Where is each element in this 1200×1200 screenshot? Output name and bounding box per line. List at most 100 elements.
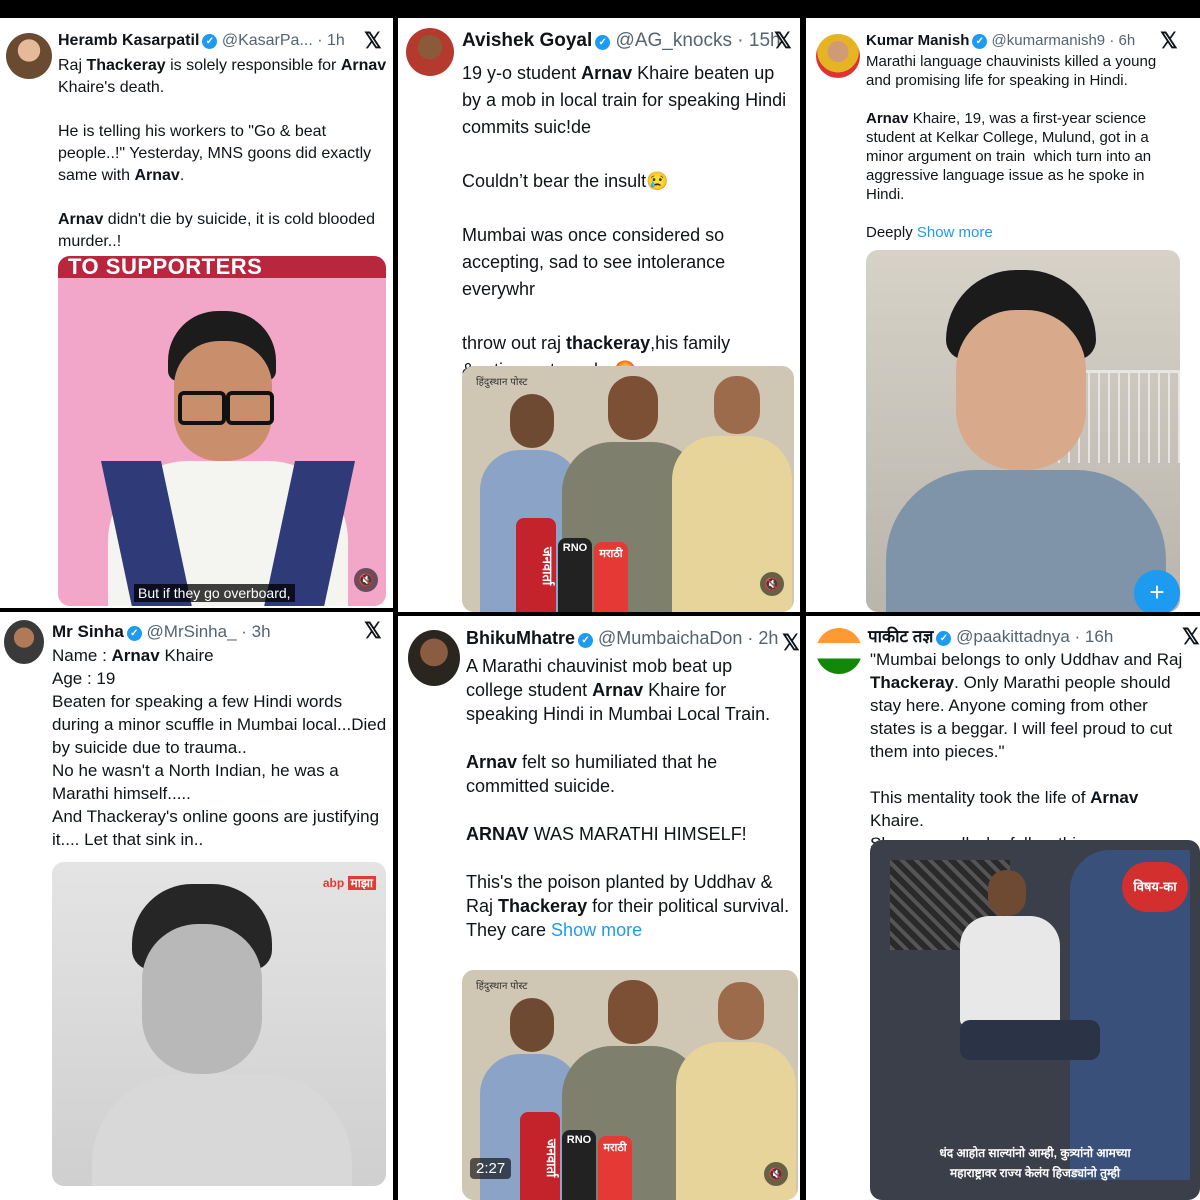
mic-label: मराठी	[598, 1136, 632, 1200]
tweet-text-segment: 19 y-o student	[462, 63, 582, 83]
tweet-text-segment: .	[179, 167, 185, 184]
tweet-media-image[interactable]: +	[866, 250, 1180, 612]
post-time[interactable]: · 16h	[1075, 627, 1114, 646]
tweet-card[interactable]: Mr Sinha ✓ @MrSinha_ · 3h 𝕏 Name : Arnav …	[0, 612, 393, 1200]
tweet-media-video[interactable]: हिंदुस्थान पोस्ट जनवार्ता RNO मराठी 🔇	[462, 366, 794, 612]
highlighted-term: Arnav	[592, 680, 644, 700]
channel-logo: हिंदुस्थान पोस्ट	[476, 377, 528, 388]
x-logo-icon: 𝕏	[364, 618, 382, 643]
verified-badge-icon: ✓	[126, 626, 142, 641]
highlighted-term: Arnav	[340, 57, 387, 74]
mic-label: जनवार्ता	[516, 518, 556, 612]
tweet-media-video[interactable]: हिंदुस्थान पोस्ट जनवार्ता RNO मराठी 2:27…	[462, 970, 798, 1200]
person-portrait	[92, 884, 352, 1186]
avatar[interactable]	[4, 620, 44, 664]
tweet-text: 19 y-o student Arnav Khaire beaten up by…	[462, 60, 792, 384]
author-handle[interactable]: @MrSinha_	[147, 622, 237, 641]
avatar[interactable]	[816, 34, 860, 78]
channel-logo: हिंदुस्थान पोस्ट	[476, 981, 528, 992]
tweet-text-segment: Name :	[52, 646, 112, 665]
tweet-media-video[interactable]: TO SUPPORTERS But if they go overboard, …	[58, 256, 386, 606]
video-caption: धंद आहोत साल्यांनो आम्ही, कुत्र्यांनो आम…	[939, 1146, 1131, 1160]
tweet-text-segment: Marathi language chauvinists killed a yo…	[866, 53, 1157, 89]
author-name[interactable]: Avishek Goyal	[462, 30, 592, 51]
mute-icon[interactable]: 🔇	[354, 568, 378, 592]
tweet-card[interactable]: Avishek Goyal ✓ @AG_knocks · 15h 𝕏 19 y-o…	[398, 18, 800, 612]
show-more-link[interactable]: Show more	[917, 224, 993, 241]
tweet-text-segment: . Only Marathi people should stay here. …	[870, 673, 1173, 807]
verified-badge-icon: ✓	[972, 34, 988, 49]
tweet-text: "Mumbai belongs to only Uddhav and Raj T…	[870, 648, 1196, 855]
video-caption: But if they go overboard,	[134, 584, 295, 602]
highlighted-term: Thackeray	[870, 673, 955, 692]
tweet-text-segment: Khaire's death. He is telling his worker…	[58, 79, 372, 184]
mic-label: मराठी	[594, 542, 628, 612]
tweet-card[interactable]: Kumar Manish ✓ @kumarmanish9 · 6h 𝕏 Marat…	[806, 18, 1200, 612]
x-logo-icon: 𝕏	[1160, 28, 1178, 53]
tweet-media-image[interactable]: abp माझा	[52, 862, 386, 1186]
tweet-text-segment: Khaire Age : 19 Beaten for speaking a fe…	[52, 646, 387, 849]
mic-label: RNO	[558, 538, 592, 612]
highlighted-term: thackeray	[566, 333, 651, 353]
tweet-card[interactable]: Heramb Kasarpatil ✓ @KasarPa... · 1h 𝕏 Ra…	[0, 18, 393, 608]
video-caption: महाराष्ट्रावर राज्य केलंय हिजड्यांनो तुम…	[949, 1166, 1121, 1180]
highlighted-term: Arnav	[1090, 788, 1139, 807]
highlighted-term: Arnav	[466, 752, 518, 772]
post-time[interactable]: · 2h	[747, 628, 778, 648]
highlighted-term: Arnav	[581, 63, 633, 83]
person-on-train	[950, 870, 1100, 1100]
tweet-text: A Marathi chauvinist mob beat up college…	[466, 654, 792, 942]
author-handle[interactable]: @MumbaichaDon	[598, 628, 742, 648]
author-name[interactable]: Mr Sinha	[52, 622, 124, 641]
tweet-text-segment: "Mumbai belongs to only Uddhav and Raj	[870, 650, 1187, 669]
highlighted-term: Arnav	[111, 646, 160, 665]
video-duration: 2:27	[470, 1158, 512, 1179]
show-more-link[interactable]: Show more	[551, 920, 642, 940]
compose-fab[interactable]: +	[1134, 570, 1180, 612]
verified-badge-icon: ✓	[595, 35, 611, 50]
tweet-text: Raj Thackeray is solely responsible for …	[58, 55, 388, 253]
tweet-text-segment: Khaire, 19, was a first-year science stu…	[866, 110, 1152, 241]
highlighted-term: Arnav	[134, 167, 180, 184]
channel-logo: विषय-का	[1122, 862, 1188, 912]
highlighted-term: ARNAV	[466, 824, 529, 844]
avatar[interactable]	[6, 33, 52, 79]
author-name[interactable]: Kumar Manish	[866, 32, 969, 49]
tweet-text: Name : Arnav Khaire Age : 19 Beaten for …	[52, 644, 388, 851]
tweet-media-video[interactable]: विषय-का धंद आहोत साल्यांनो आम्ही, कुत्र्…	[870, 840, 1200, 1200]
x-logo-icon: 𝕏	[782, 630, 800, 655]
verified-badge-icon: ✓	[578, 633, 594, 648]
author-handle[interactable]: @KasarPa...	[222, 32, 313, 49]
x-logo-icon: 𝕏	[1182, 624, 1200, 649]
tweet-text-segment: is solely responsible for	[165, 57, 341, 74]
tweet-text-segment: didn't die by suicide, it is cold bloode…	[58, 211, 380, 250]
tweet-card[interactable]: पाकीट तज्ञ ✓ @paakittadnya · 16h 𝕏 "Mumba…	[806, 616, 1200, 1200]
mic-label: RNO	[562, 1130, 596, 1200]
highlighted-term: Thackeray	[498, 896, 588, 916]
author-name[interactable]: BhikuMhatre	[466, 628, 575, 648]
post-time[interactable]: · 3h	[241, 622, 270, 641]
x-logo-icon: 𝕏	[774, 28, 792, 53]
avatar[interactable]	[408, 630, 460, 686]
avatar[interactable]	[816, 628, 862, 674]
tweet-text: Marathi language chauvinists killed a yo…	[866, 52, 1176, 242]
speaker-figure	[100, 311, 356, 606]
author-handle[interactable]: @paakittadnya	[956, 627, 1070, 646]
avatar[interactable]	[406, 28, 454, 76]
post-time[interactable]: · 6h	[1109, 32, 1135, 49]
verified-badge-icon: ✓	[202, 34, 218, 49]
author-handle[interactable]: @AG_knocks	[616, 30, 732, 51]
mute-icon[interactable]: 🔇	[760, 572, 784, 596]
author-name[interactable]: पाकीट तज्ञ	[868, 627, 933, 646]
tweet-text-segment: Khaire beaten up by a mob in local train…	[462, 63, 787, 353]
post-time[interactable]: · 1h	[317, 32, 345, 49]
author-handle[interactable]: @kumarmanish9	[992, 32, 1106, 49]
video-banner: TO SUPPORTERS	[58, 256, 386, 278]
person-portrait	[886, 270, 1166, 612]
mute-icon[interactable]: 🔇	[764, 1162, 788, 1186]
highlighted-term: Arnav	[866, 110, 909, 127]
highlighted-term: Thackeray	[86, 57, 166, 74]
highlighted-term: Arnav	[58, 211, 104, 228]
author-name[interactable]: Heramb Kasarpatil	[58, 32, 199, 49]
tweet-card[interactable]: BhikuMhatre ✓ @MumbaichaDon · 2h 𝕏 A Mara…	[398, 616, 800, 1200]
